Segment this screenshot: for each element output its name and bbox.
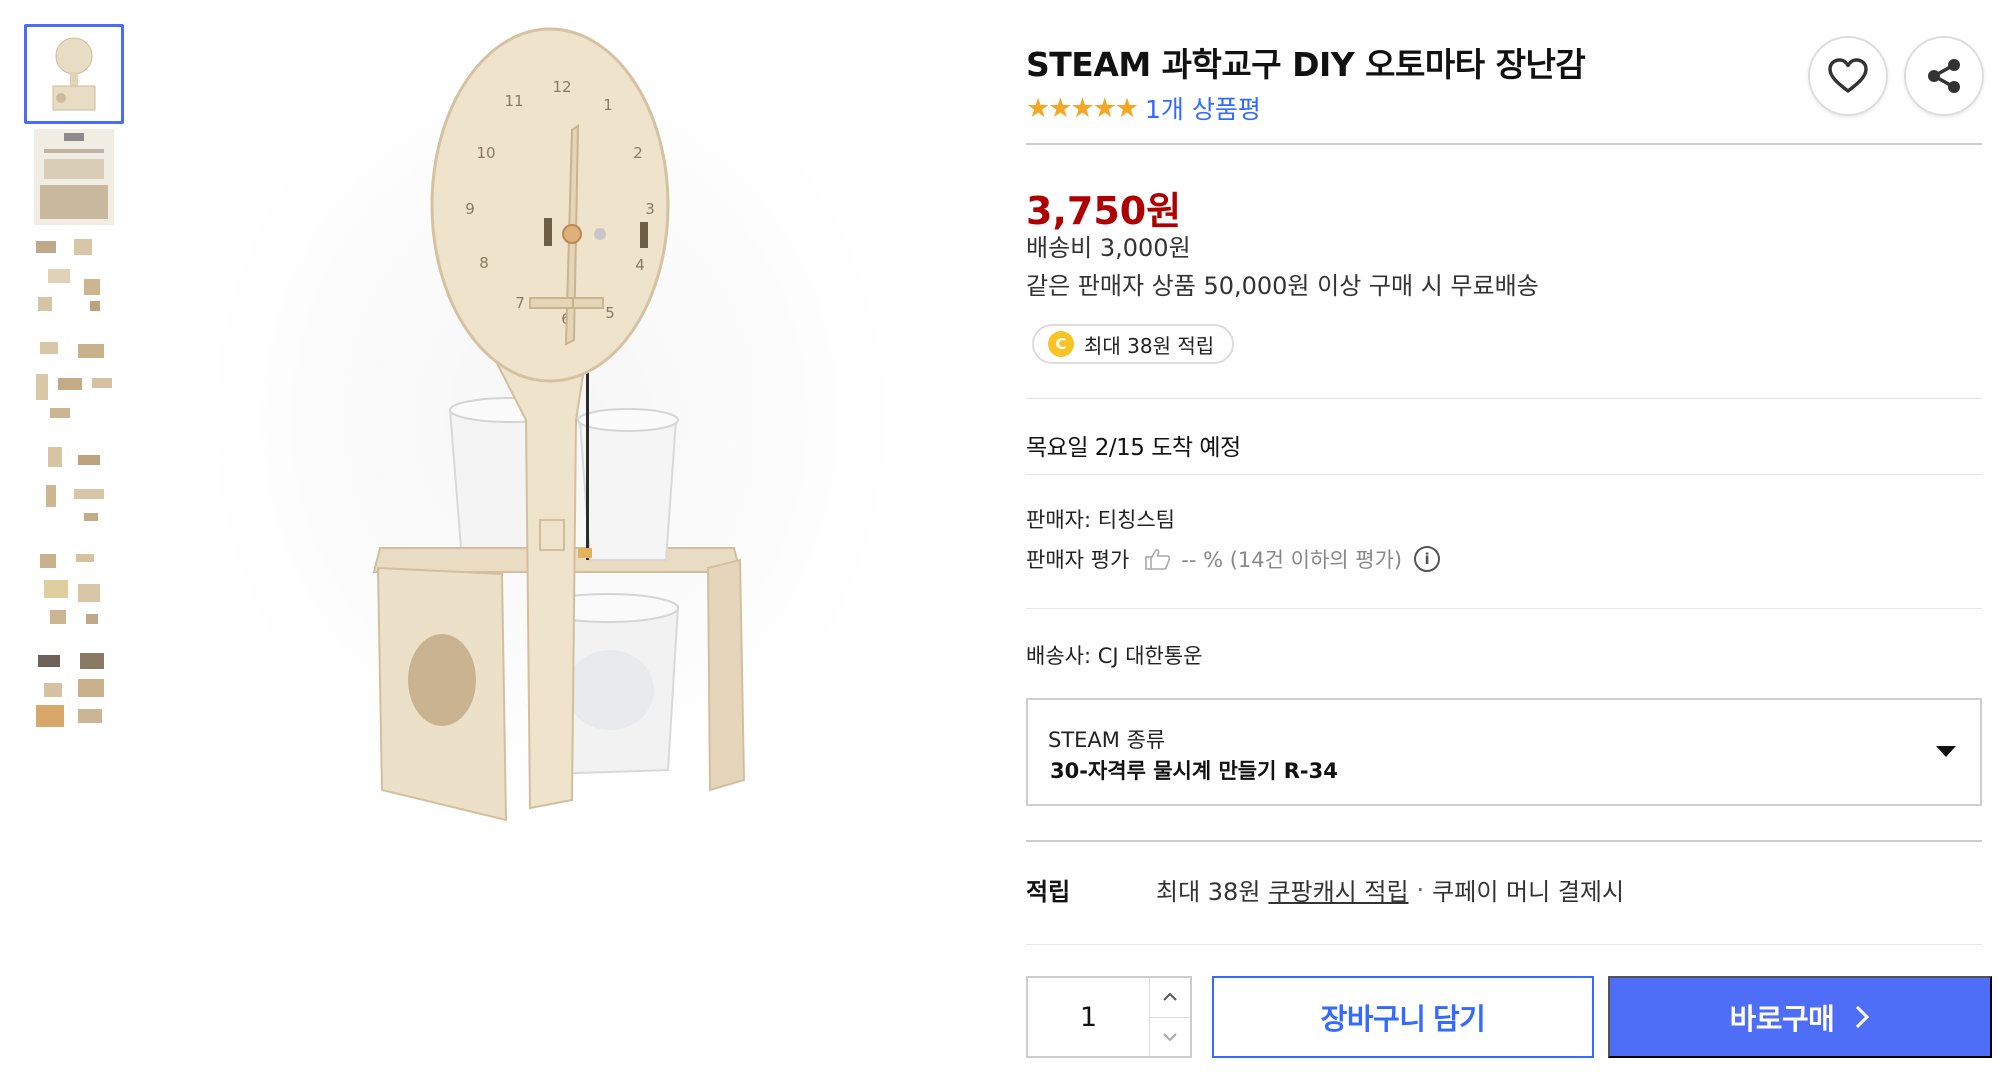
thumbnail-6[interactable] (24, 539, 124, 639)
product-title: STEAM 과학교구 DIY 오토마타 장난감 (1026, 45, 1586, 84)
coupang-cash-link[interactable]: 쿠팡캐시 적립 (1268, 872, 1408, 907)
seller-name: 판매자: 티칭스팀 (1026, 508, 1175, 532)
thumbnail-list (24, 24, 124, 745)
thumbnail-5[interactable] (24, 436, 124, 536)
free-shipping-note: 같은 판매자 상품 50,000원 이상 구매 시 무료배송 (1026, 272, 1539, 300)
water-clock-image: 12 1 2 3 4 5 6 7 8 9 10 11 (200, 20, 900, 822)
thumbnail-image (46, 447, 104, 521)
clock-number-4: 4 (635, 256, 645, 274)
chevron-right-icon (1856, 1005, 1870, 1029)
buy-now-button[interactable]: 바로구매 (1608, 976, 1992, 1058)
seller-rating-row: 판매자 평가 -- % (14건 이하의 평가) i (1026, 544, 1441, 574)
thumbnail-1[interactable] (24, 24, 124, 124)
thumbs-up-icon (1145, 548, 1171, 570)
buy-now-label: 바로구매 (1729, 1004, 1835, 1036)
clock-number-2: 2 (633, 144, 643, 162)
clock-number-3: 3 (645, 200, 655, 218)
clock-number-8: 8 (479, 254, 489, 272)
option-select[interactable]: STEAM 종류 30-자격루 물시계 만들기 R-34 (1026, 698, 1982, 806)
rating-stars: ★★★★★ (1026, 92, 1139, 124)
rating-row: ★★★★★ 1개 상품평 (1026, 90, 1261, 126)
review-count-link[interactable]: 1개 상품평 (1145, 90, 1261, 126)
chevron-up-icon (1163, 992, 1177, 1001)
quantity-increase-button[interactable] (1150, 978, 1190, 1017)
divider (1026, 398, 1982, 399)
cash-reward-text: 최대 38원 적립 (1084, 333, 1215, 358)
divider (1026, 608, 1982, 609)
shipping-fee: 배송비 3,000원 (1026, 234, 1191, 262)
thumbnail-image (36, 239, 100, 311)
chevron-down-icon (1163, 1033, 1177, 1042)
coin-icon: C (1048, 331, 1074, 357)
divider (1026, 474, 1982, 475)
seller-rating-value: -- % (14건 이하의 평가) (1181, 548, 1403, 572)
quantity-decrease-button[interactable] (1150, 1016, 1190, 1057)
quantity-input[interactable]: 1 (1028, 978, 1150, 1056)
clock-number-9: 9 (465, 200, 475, 218)
seller-rating-label: 판매자 평가 (1026, 548, 1130, 572)
points-suffix: 쿠페이 머니 결제시 (1432, 878, 1625, 906)
share-button[interactable] (1904, 36, 1984, 116)
share-icon (1928, 59, 1960, 93)
option-selected-value: 30-자격루 물시계 만들기 R-34 (1050, 759, 1338, 783)
product-info-panel: STEAM 과학교구 DIY 오토마타 장난감 ★★★★★ 1개 상품평 3,7… (1026, 0, 1992, 1072)
separator-dot: · (1416, 875, 1425, 904)
cash-reward-badge: C 최대 38원 적립 (1032, 324, 1235, 364)
quantity-stepper[interactable]: 1 (1026, 976, 1192, 1058)
thumbnail-2[interactable] (24, 127, 124, 227)
clock-number-10: 10 (476, 144, 495, 162)
thumbnail-image (52, 37, 96, 111)
thumbnail-3[interactable] (24, 230, 124, 330)
points-label: 적립 (1026, 878, 1071, 906)
wishlist-button[interactable] (1808, 36, 1888, 116)
caret-down-icon (1936, 746, 1956, 757)
arrival-estimate: 목요일 2/15 도착 예정 (1026, 435, 1241, 461)
clock-number-12: 12 (552, 78, 571, 96)
heart-icon (1828, 58, 1868, 93)
divider (1026, 840, 1982, 842)
divider (1026, 944, 1982, 945)
clock-number-11: 11 (504, 92, 523, 110)
thumbnail-4[interactable] (24, 333, 124, 433)
thumbnail-7[interactable] (24, 642, 124, 742)
points-prefix: 최대 38원 (1156, 878, 1261, 906)
quantity-step-buttons (1150, 978, 1190, 1056)
clock-number-5: 5 (605, 304, 615, 322)
option-label: STEAM 종류 (1048, 728, 1166, 752)
points-info: 최대 38원 쿠팡캐시 적립 · 쿠페이 머니 결제시 (1156, 872, 1624, 907)
thumbnail-image (36, 342, 112, 418)
clock-number-1: 1 (603, 96, 613, 114)
courier-name: 배송사: CJ 대한통운 (1026, 644, 1203, 668)
sale-price: 3,750원 (1026, 189, 1182, 233)
thumbnail-image (36, 653, 104, 727)
info-icon[interactable]: i (1414, 546, 1441, 572)
thumbnail-image (34, 129, 114, 225)
divider (1026, 143, 1982, 145)
product-main-image: 12 1 2 3 4 5 6 7 8 9 10 11 (180, 0, 920, 840)
thumbnail-image (40, 554, 100, 624)
clock-number-7: 7 (515, 294, 525, 312)
add-to-cart-button[interactable]: 장바구니 담기 (1212, 976, 1594, 1058)
